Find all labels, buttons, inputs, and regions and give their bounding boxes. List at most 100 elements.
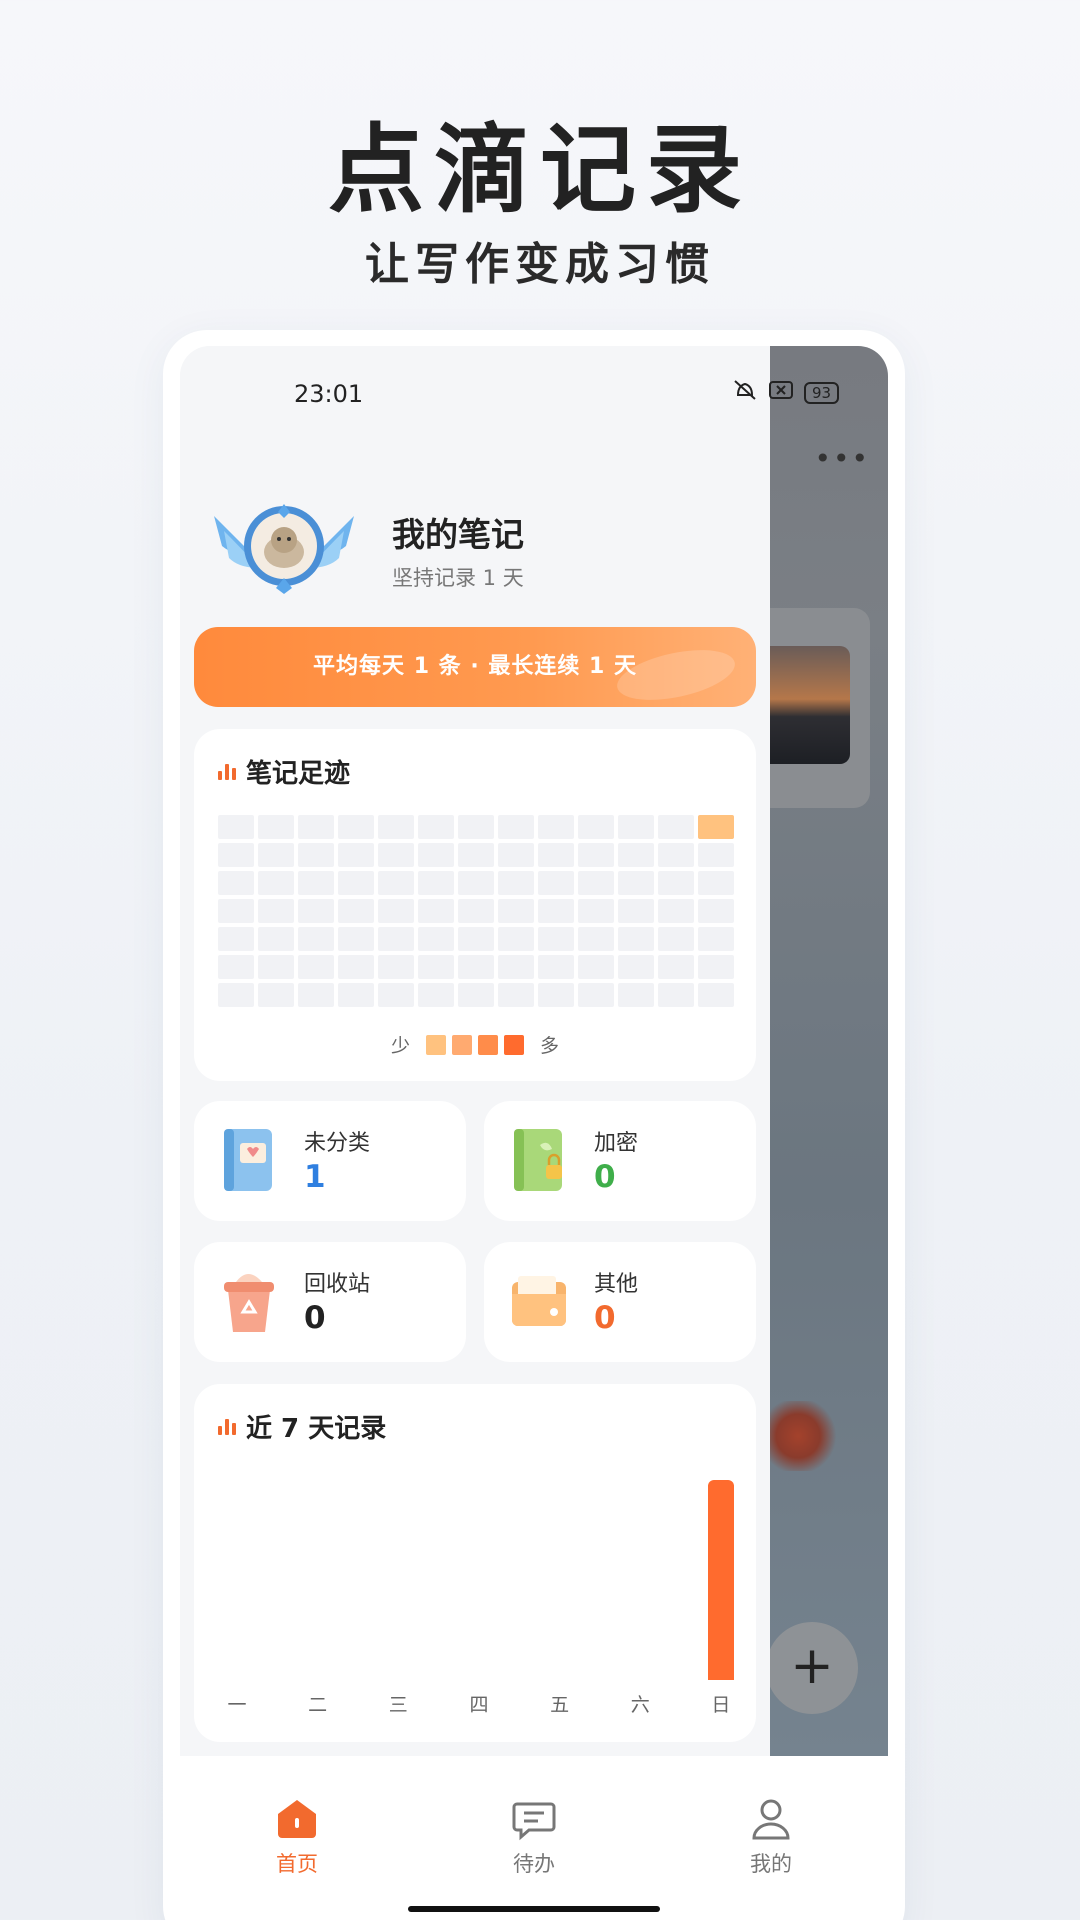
heatmap-legend: 少 多 bbox=[194, 1031, 756, 1058]
heatmap-cell bbox=[578, 899, 614, 923]
weekly-title-text: 近 7 天记录 bbox=[246, 1414, 387, 1444]
heatmap-cell bbox=[698, 815, 734, 839]
heatmap-cell bbox=[658, 927, 694, 951]
heatmap-cell bbox=[658, 955, 694, 979]
footprint-card: 笔记足迹 少 多 bbox=[194, 729, 756, 1081]
heatmap-cell bbox=[538, 815, 574, 839]
heatmap-cell bbox=[698, 843, 734, 867]
stats-banner-text: 平均每天 1 条 · 最长连续 1 天 bbox=[313, 654, 637, 679]
heatmap-cell bbox=[498, 815, 534, 839]
weekly-day-labels: 一二三四五六日 bbox=[224, 1690, 734, 1717]
hero-title: 点滴记录 bbox=[328, 113, 752, 226]
heatmap-cell bbox=[418, 899, 454, 923]
weekly-day-label: 二 bbox=[308, 1694, 328, 1716]
tab-label: 我的 bbox=[750, 1852, 792, 1876]
category-label: 回收站 bbox=[304, 1272, 371, 1297]
heatmap-cell bbox=[338, 899, 374, 923]
leaf-decoration bbox=[612, 641, 740, 707]
tab-label: 待办 bbox=[513, 1852, 555, 1876]
home-indicator[interactable] bbox=[408, 1906, 660, 1912]
heatmap-cell bbox=[298, 815, 334, 839]
tab-label: 首页 bbox=[276, 1852, 318, 1876]
heatmap-cell bbox=[218, 843, 254, 867]
heatmap-cell bbox=[658, 899, 694, 923]
background-page[interactable]: ••• bbox=[770, 346, 888, 1756]
profile-name: 我的笔记 bbox=[392, 515, 524, 554]
category-label: 未分类 bbox=[304, 1131, 371, 1156]
heatmap-cell bbox=[338, 927, 374, 951]
weekly-day-label: 一 bbox=[227, 1694, 247, 1716]
heatmap-cell bbox=[698, 955, 734, 979]
legend-swatch-1 bbox=[426, 1034, 446, 1055]
heatmap-cell bbox=[258, 843, 294, 867]
heatmap-cell bbox=[218, 983, 254, 1007]
stats-banner: 平均每天 1 条 · 最长连续 1 天 bbox=[194, 627, 756, 707]
add-note-button[interactable]: + bbox=[766, 1622, 858, 1714]
heatmap-cell bbox=[418, 927, 454, 951]
category-uncategorized[interactable]: 未分类 1 bbox=[194, 1101, 466, 1221]
heatmap-cell bbox=[378, 899, 414, 923]
category-label: 加密 bbox=[594, 1131, 639, 1156]
heatmap-cell bbox=[418, 983, 454, 1007]
no-sim-icon bbox=[768, 379, 794, 407]
heatmap-cell bbox=[538, 955, 574, 979]
battery-icon: 93 bbox=[804, 382, 840, 404]
weekly-bar-slot bbox=[707, 1480, 734, 1680]
tab-todo[interactable]: 待办 bbox=[474, 1796, 594, 1878]
heatmap-cell bbox=[618, 955, 654, 979]
heatmap-cell bbox=[578, 983, 614, 1007]
category-count: 1 bbox=[304, 1159, 326, 1195]
category-encrypted[interactable]: 加密 0 bbox=[484, 1101, 756, 1221]
chat-icon bbox=[511, 1796, 557, 1842]
heatmap-cell bbox=[618, 983, 654, 1007]
heatmap-cell bbox=[378, 927, 414, 951]
heatmap-cell bbox=[698, 871, 734, 895]
profile-streak: 坚持记录 1 天 bbox=[392, 566, 524, 590]
heatmap-cell bbox=[218, 815, 254, 839]
footprint-title: 笔记足迹 bbox=[218, 753, 350, 790]
heatmap-cell bbox=[538, 871, 574, 895]
heatmap-cell bbox=[578, 815, 614, 839]
heatmap-cell bbox=[378, 983, 414, 1007]
mute-icon bbox=[732, 378, 758, 408]
category-other[interactable]: 其他 0 bbox=[484, 1242, 756, 1362]
heatmap-cell bbox=[218, 955, 254, 979]
heatmap-cell bbox=[498, 871, 534, 895]
tab-home[interactable]: 首页 bbox=[237, 1796, 357, 1878]
weekly-bar-slot bbox=[466, 1480, 492, 1680]
weekly-day-label: 五 bbox=[550, 1694, 570, 1716]
heatmap-cell bbox=[258, 899, 294, 923]
heatmap-cell bbox=[258, 983, 294, 1007]
category-recycle-bin[interactable]: 回收站 0 bbox=[194, 1242, 466, 1362]
status-icons: 93 bbox=[732, 378, 840, 408]
more-options-icon: ••• bbox=[814, 442, 870, 475]
weekly-bar bbox=[707, 1480, 734, 1680]
side-drawer: 23:01 93 我的笔记 坚持记录 1 天 平均每天 1 条 · 最长连续 1… bbox=[180, 346, 840, 1756]
heatmap-cell bbox=[418, 843, 454, 867]
heatmap-cell bbox=[698, 927, 734, 951]
tab-me[interactable]: 我的 bbox=[711, 1796, 831, 1878]
heatmap-cell bbox=[658, 983, 694, 1007]
heatmap-cell bbox=[698, 899, 734, 923]
heatmap-cell bbox=[218, 927, 254, 951]
heatmap-cell bbox=[578, 843, 614, 867]
heatmap-cell bbox=[378, 815, 414, 839]
status-time: 23:01 bbox=[294, 380, 364, 408]
heatmap-cell bbox=[418, 815, 454, 839]
heatmap-cell bbox=[218, 871, 254, 895]
heatmap-cell bbox=[378, 955, 414, 979]
heatmap-cell bbox=[538, 927, 574, 951]
heatmap-cell bbox=[658, 815, 694, 839]
heatmap-cell bbox=[698, 983, 734, 1007]
heatmap-cell bbox=[258, 955, 294, 979]
bar-chart-icon bbox=[218, 763, 236, 780]
category-count: 0 bbox=[594, 1159, 616, 1195]
heatmap-cell bbox=[498, 955, 534, 979]
avatar[interactable] bbox=[204, 496, 364, 596]
legend-swatch-4 bbox=[504, 1034, 524, 1055]
heatmap-cell bbox=[378, 843, 414, 867]
weekly-day-label: 六 bbox=[630, 1694, 650, 1716]
footprint-title-text: 笔记足迹 bbox=[246, 759, 351, 789]
heatmap-cell bbox=[418, 871, 454, 895]
weekly-bar-slot bbox=[224, 1480, 250, 1680]
